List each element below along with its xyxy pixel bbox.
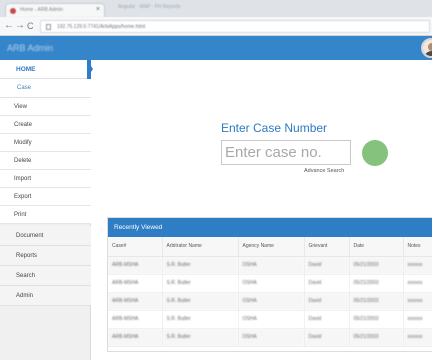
cell-date: 05/21/2003 (349, 328, 404, 347)
column-header-agency[interactable]: Agency Name (238, 237, 305, 257)
url-text: 192.75.129.5:7741/ArbiApps/home.html (57, 24, 146, 30)
reload-icon[interactable]: C (27, 20, 34, 32)
cell-grievant: David (304, 256, 350, 275)
close-tab-icon[interactable]: × (96, 6, 100, 13)
case-search-go-button[interactable] (362, 140, 388, 166)
cell-date: 05/21/2003 (349, 274, 404, 293)
recently-viewed-panel: Recently Viewed Case# Arbitrator Name Ag… (107, 217, 432, 352)
table-row[interactable]: ARB-MSHA S.R. Butler OSHA David 05/21/20… (108, 328, 432, 347)
cell-arbitrator: S.R. Butler (162, 310, 239, 329)
sidebar-subitem-view[interactable]: View (0, 98, 91, 116)
advance-search-link[interactable]: Advance Search (304, 168, 344, 174)
sidebar-subitem-print[interactable]: Print (0, 206, 91, 224)
table-row[interactable]: ARB-MSHA S.R. Butler OSHA David 05/21/20… (108, 292, 432, 311)
cell-case: ARB-MSHA (108, 274, 163, 293)
app-header: ARB Admin (0, 36, 432, 60)
sidebar-item-document[interactable]: Document (0, 226, 91, 246)
sidebar-subitem-modify[interactable]: Modify (0, 134, 91, 152)
cell-case: ARB-MSHA (108, 292, 163, 311)
cell-agency: OSHA (238, 310, 305, 329)
case-search-title: Enter Case Number (221, 121, 328, 135)
browser-tab-strip: Home - ARB Admin × Angular · MAP · FH Re… (0, 0, 432, 17)
table-header-row: Case# Arbitrator Name Agency Name Grieva… (108, 237, 432, 257)
browser-tab-title: Home - ARB Admin (20, 7, 64, 13)
sidebar-subitem-create[interactable]: Create (0, 116, 91, 134)
sidebar-subitem-import[interactable]: Import (0, 170, 91, 188)
cell-agency: OSHA (238, 292, 305, 311)
cell-agency: OSHA (238, 274, 305, 293)
cell-date: 05/21/2003 (349, 310, 404, 329)
forward-icon[interactable]: → (15, 20, 25, 32)
column-header-grievant[interactable]: Grievant (304, 237, 350, 257)
column-header-case[interactable]: Case# (108, 237, 163, 257)
sidebar-subitem-delete[interactable]: Delete (0, 152, 91, 170)
avatar-head-shape (428, 43, 432, 51)
cell-grievant: David (304, 292, 350, 311)
column-header-notes[interactable]: Notes (403, 237, 432, 257)
sidebar-item-home[interactable]: HOME (0, 60, 91, 79)
browser-tab-secondary[interactable]: Angular · MAP · FH Reports (118, 4, 180, 10)
cell-grievant: David (304, 310, 350, 329)
cell-grievant: David (304, 274, 350, 293)
cell-case: ARB-MSHA (108, 328, 163, 347)
recently-viewed-table: Case# Arbitrator Name Agency Name Grieva… (108, 237, 432, 347)
sidebar: HOME Case View Create Modify Delete Impo… (0, 60, 93, 360)
cell-arbitrator: S.R. Butler (162, 292, 239, 311)
page-icon (46, 24, 51, 30)
url-field[interactable]: 192.75.129.5:7741/ArbiApps/home.html (40, 20, 430, 33)
cell-notes: xxxxxx (403, 328, 432, 347)
cell-agency: OSHA (238, 328, 305, 347)
cell-case: ARB-MSHA (108, 256, 163, 275)
app-brand: ARB Admin (7, 43, 54, 53)
cell-notes: xxxxxx (403, 292, 432, 311)
sidebar-main-menu: Document Reports Search Admin (0, 226, 91, 306)
sidebar-item-search[interactable]: Search (0, 266, 91, 286)
case-number-input[interactable] (221, 140, 351, 165)
address-bar: ← → C 192.75.129.5:7741/ArbiApps/home.ht… (0, 17, 432, 36)
cell-case: ARB-MSHA (108, 310, 163, 329)
table-row[interactable]: ARB-MSHA S.R. Butler OSHA David 05/21/20… (108, 310, 432, 329)
avatar-body-shape (425, 51, 432, 56)
cell-agency: OSHA (238, 256, 305, 275)
table-row[interactable]: ARB-MSHA S.R. Butler OSHA David 05/21/20… (108, 256, 432, 275)
active-arrow-icon (87, 60, 93, 78)
cell-date: 05/21/2003 (349, 292, 404, 311)
cell-arbitrator: S.R. Butler (162, 328, 239, 347)
cell-grievant: David (304, 328, 350, 347)
sidebar-item-reports[interactable]: Reports (0, 246, 91, 266)
table-row[interactable]: ARB-MSHA S.R. Butler OSHA David 05/21/20… (108, 274, 432, 293)
sidebar-subitem-export[interactable]: Export (0, 188, 91, 206)
cell-notes: xxxxxx (403, 310, 432, 329)
cell-date: 05/21/2003 (349, 256, 404, 275)
column-header-date[interactable]: Date (349, 237, 404, 257)
recently-viewed-title: Recently Viewed (108, 218, 432, 237)
back-icon[interactable]: ← (4, 20, 14, 32)
column-header-arbitrator[interactable]: Arbitrator Name (162, 237, 239, 257)
cell-notes: xxxxxx (403, 274, 432, 293)
sidebar-item-admin[interactable]: Admin (0, 286, 91, 306)
cell-arbitrator: S.R. Butler (162, 256, 239, 275)
favicon-icon (10, 8, 16, 14)
cell-notes: xxxxxx (403, 256, 432, 275)
browser-tab[interactable]: Home - ARB Admin × (5, 3, 105, 17)
case-submenu: View Create Modify Delete Import Export … (0, 98, 91, 224)
sidebar-item-case[interactable]: Case (0, 79, 91, 98)
cell-arbitrator: S.R. Butler (162, 274, 239, 293)
